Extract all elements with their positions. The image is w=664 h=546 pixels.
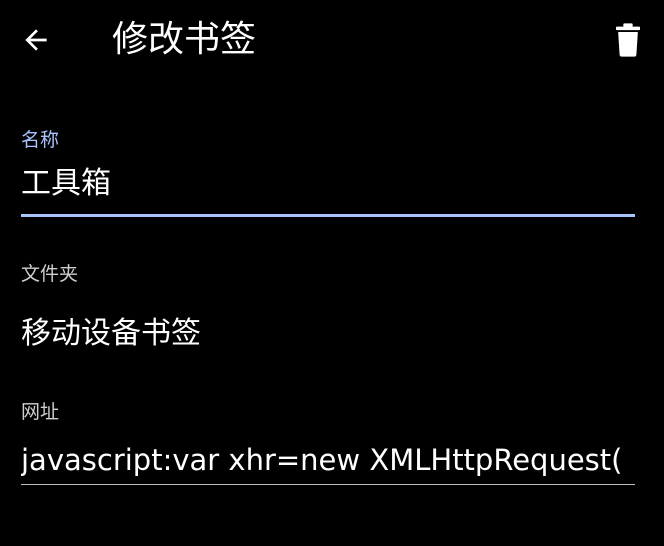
url-field[interactable]: 网址 javascript:var xhr=new XMLHttpRequest… xyxy=(21,400,635,485)
folder-field[interactable]: 文件夹 移动设备书签 xyxy=(21,262,635,354)
folder-selector[interactable]: 移动设备书签 xyxy=(21,314,635,354)
name-label: 名称 xyxy=(21,129,60,151)
back-button[interactable] xyxy=(14,20,58,60)
name-input[interactable]: 工具箱 xyxy=(21,164,635,204)
url-input[interactable]: javascript:var xhr=new XMLHttpRequest( xyxy=(21,440,635,480)
url-label: 网址 xyxy=(21,401,60,423)
delete-button[interactable] xyxy=(606,18,650,62)
folder-label: 文件夹 xyxy=(21,263,79,285)
name-field[interactable]: 名称 工具箱 xyxy=(21,128,635,217)
app-toolbar: 修改书签 xyxy=(0,0,664,84)
arrow-left-icon xyxy=(25,29,47,51)
name-input-underline xyxy=(21,214,635,217)
trash-icon xyxy=(616,23,640,57)
url-input-underline xyxy=(21,484,635,485)
page-title: 修改书签 xyxy=(112,19,257,60)
